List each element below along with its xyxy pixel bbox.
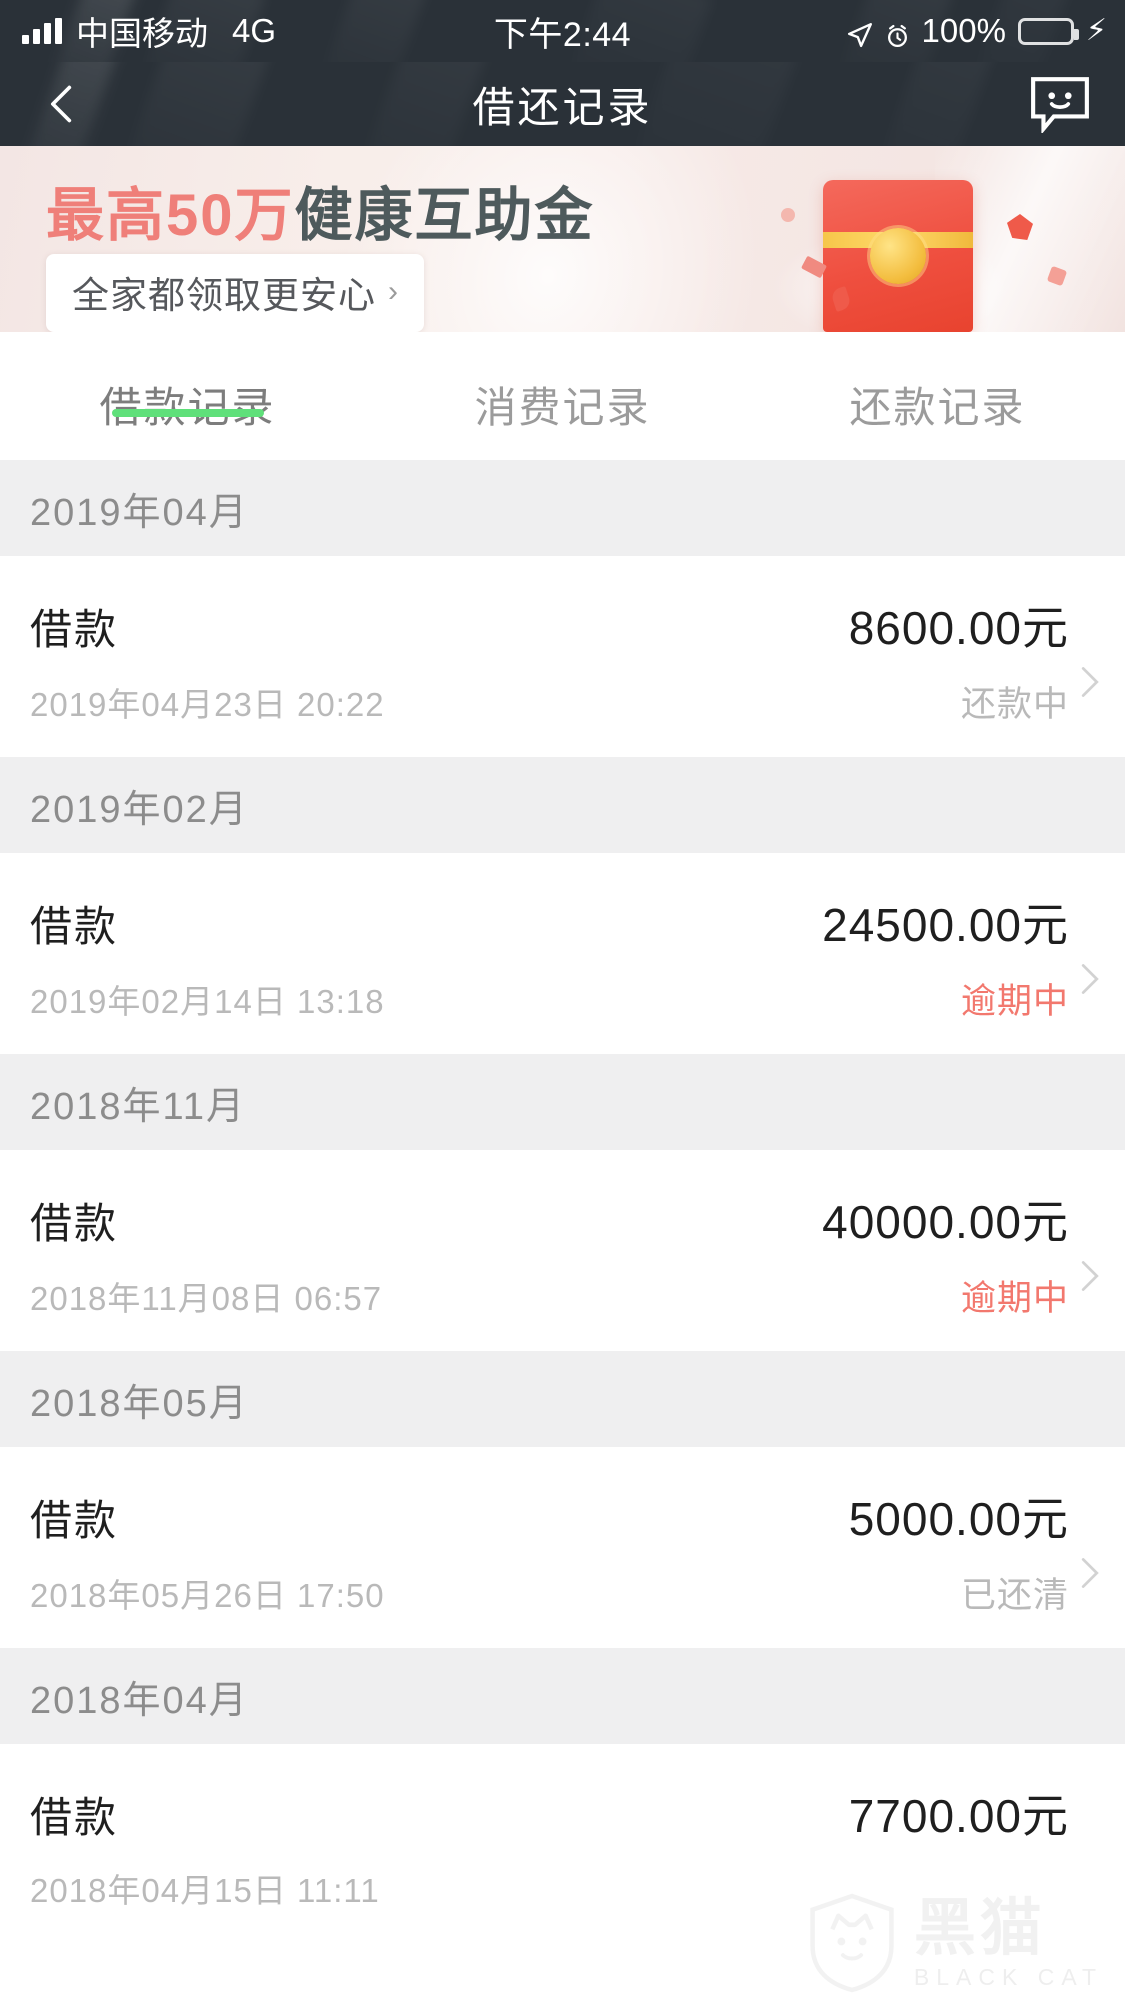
month-group-header: 2019年02月	[0, 757, 1125, 853]
status-bar: 中国移动 4G 下午2:44 100% ⚡	[0, 0, 1125, 62]
banner-headline: 最高50万健康互助金	[46, 168, 595, 252]
status-badge: 逾期中	[960, 982, 1069, 1021]
chevron-right-icon	[1079, 1556, 1101, 1588]
tab-label: 消费记录	[474, 384, 651, 431]
tab-label: 借款记录	[99, 384, 276, 431]
month-group-header: 2019年04月	[0, 460, 1125, 556]
tab-bar: 借款记录 消费记录 还款记录	[0, 332, 1125, 460]
carrier-label: 中国移动	[76, 15, 208, 52]
record-title: 借款	[30, 1794, 119, 1841]
promo-banner[interactable]: 最高50万健康互助金 全家都领取更安心 ›	[0, 146, 1125, 332]
tab-borrow-records[interactable]: 借款记录	[0, 332, 375, 435]
signal-bars-icon	[22, 18, 62, 44]
app-root: 中国移动 4G 下午2:44 100% ⚡ 借还记录 最高50万健康互助金 全家…	[0, 0, 1125, 2001]
table-row[interactable]: 借款 24500.00元 2019年02月14日 13:18 逾期中	[0, 853, 1125, 1054]
status-badge: 还款中	[960, 685, 1069, 724]
chevron-left-icon	[40, 82, 84, 126]
record-date: 2018年11月08日 06:57	[30, 1280, 383, 1317]
record-amount: 24500.00元	[822, 899, 1069, 951]
nav-bar: 借还记录	[0, 62, 1125, 146]
table-row[interactable]: 借款 40000.00元 2018年11月08日 06:57 逾期中	[0, 1150, 1125, 1351]
status-badge: 逾期中	[960, 1279, 1069, 1318]
record-title: 借款	[30, 903, 119, 950]
alarm-clock-icon	[885, 19, 910, 47]
month-group-header: 2018年11月	[0, 1054, 1125, 1150]
banner-headline-rest: 健康互助金	[294, 183, 595, 248]
record-amount: 8600.00元	[848, 602, 1069, 654]
status-badge: 已还清	[960, 1576, 1069, 1615]
page-title: 借还记录	[472, 83, 653, 131]
chat-smiley-icon	[1029, 77, 1091, 137]
record-title: 借款	[30, 606, 119, 653]
record-amount: 40000.00元	[822, 1196, 1069, 1248]
record-date: 2019年02月14日 13:18	[30, 983, 385, 1020]
record-date: 2019年04月23日 20:22	[30, 686, 385, 723]
month-group-header: 2018年05月	[0, 1351, 1125, 1447]
table-row[interactable]: 借款 7700.00元 2018年04月15日 11:11	[0, 1744, 1125, 1942]
tab-label: 还款记录	[849, 384, 1026, 431]
record-date: 2018年04月15日 11:11	[30, 1872, 380, 1909]
table-row[interactable]: 借款 5000.00元 2018年05月26日 17:50 已还清	[0, 1447, 1125, 1648]
table-row[interactable]: 借款 8600.00元 2019年04月23日 20:22 还款中	[0, 556, 1125, 757]
record-title: 借款	[30, 1200, 119, 1247]
chevron-right-icon	[1079, 1259, 1101, 1291]
battery-icon	[1017, 17, 1079, 45]
red-envelope-icon	[823, 180, 973, 332]
network-type-label: 4G	[232, 12, 277, 49]
banner-cta-button[interactable]: 全家都领取更安心 ›	[46, 254, 424, 332]
location-arrow-icon	[847, 18, 873, 48]
tab-active-underline	[111, 409, 264, 417]
banner-cta-label: 全家都领取更安心	[72, 275, 376, 316]
battery-percent-label: 100%	[921, 12, 1006, 49]
records-list: 2019年04月 借款 8600.00元 2019年04月23日 20:22 还…	[0, 460, 1125, 1942]
chevron-right-icon: ›	[388, 275, 398, 308]
lightning-bolt-icon: ⚡	[1085, 14, 1107, 47]
chevron-right-icon	[1079, 962, 1101, 994]
record-amount: 5000.00元	[848, 1493, 1069, 1545]
back-button[interactable]	[40, 82, 84, 126]
customer-service-button[interactable]	[1029, 75, 1091, 135]
tab-repayment-records[interactable]: 还款记录	[750, 332, 1125, 435]
record-title: 借款	[30, 1497, 119, 1544]
banner-headline-highlight: 最高50万	[46, 183, 295, 248]
record-amount: 7700.00元	[848, 1790, 1069, 1842]
watermark-subtitle: BLACK CAT	[913, 1963, 1103, 1990]
month-group-header: 2018年04月	[0, 1648, 1125, 1744]
confetti-piece	[781, 208, 795, 222]
record-date: 2018年05月26日 17:50	[30, 1577, 385, 1614]
chevron-right-icon	[1079, 665, 1101, 697]
tab-spending-records[interactable]: 消费记录	[375, 332, 750, 435]
